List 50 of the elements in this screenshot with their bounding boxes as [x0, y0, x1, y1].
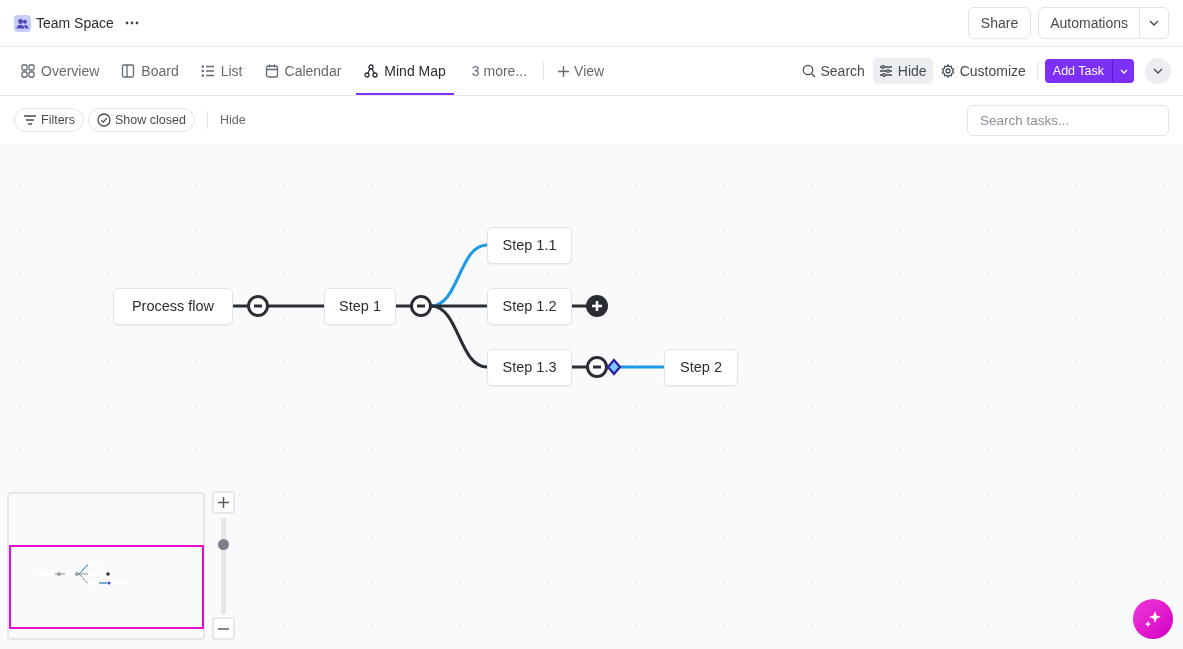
mind-map-node[interactable]: Step 1.1: [487, 227, 572, 264]
plus-icon: [558, 65, 570, 77]
view-tab[interactable]: Mind Map: [356, 47, 454, 95]
plus-icon: [218, 497, 229, 508]
zoom-out-button[interactable]: [212, 617, 235, 640]
sparkle-icon: [1144, 610, 1162, 628]
search-tasks-field[interactable]: Search tasks...: [967, 104, 1169, 136]
ai-assistant-button[interactable]: [1133, 599, 1173, 639]
toolbar-button[interactable]: Hide: [872, 58, 933, 84]
chevron-down-icon: [1119, 68, 1128, 74]
view-tab[interactable]: List: [193, 47, 250, 95]
collapse-toggle-icon[interactable]: [247, 295, 269, 317]
chevron-down-icon: [1153, 68, 1163, 74]
space-title: Team Space: [36, 13, 114, 33]
hide-button[interactable]: Hide: [219, 110, 246, 130]
minus-icon: [218, 627, 229, 630]
zoom-in-button[interactable]: [212, 491, 235, 514]
expand-toggle-icon[interactable]: [586, 295, 608, 317]
more-icon: [124, 21, 139, 25]
mind-map-node[interactable]: Step 1: [324, 288, 396, 325]
list-icon: [200, 64, 215, 78]
mind-map-node[interactable]: Step 1.3: [487, 349, 572, 386]
calendar-icon: [264, 64, 279, 78]
zoom-slider-thumb[interactable]: [218, 539, 229, 551]
toolbar-button[interactable]: Search: [797, 58, 869, 84]
team-icon: [14, 14, 31, 32]
check-circle-icon: [97, 113, 112, 127]
mind-map-node[interactable]: Process flow: [113, 288, 233, 325]
view-tab[interactable]: Board: [114, 47, 186, 95]
sliders-icon: [878, 64, 893, 78]
share-button[interactable]: Share: [967, 7, 1032, 39]
more-views-tab[interactable]: 3 more...: [461, 47, 538, 95]
mind-map-node[interactable]: Step 2: [664, 349, 738, 386]
zoom-slider[interactable]: [221, 518, 226, 614]
mind-map-icon: [364, 64, 379, 78]
collapse-toggle-icon[interactable]: [586, 356, 608, 378]
search-icon: [801, 64, 816, 78]
collapse-header-button[interactable]: [1145, 58, 1171, 84]
view-tab[interactable]: Overview: [14, 47, 107, 95]
toolbar-button[interactable]: Customize: [936, 58, 1030, 84]
mind-map-node[interactable]: Step 1.2: [487, 288, 572, 325]
chevron-down-icon: [1149, 20, 1159, 26]
board-icon: [121, 64, 136, 78]
view-tab[interactable]: Calendar: [257, 47, 349, 95]
grid-icon: [21, 64, 35, 78]
add-view-button[interactable]: View: [550, 55, 613, 87]
filter-icon: [23, 113, 37, 127]
edge-handle-icon[interactable]: [606, 358, 622, 376]
settings-icon: [940, 64, 955, 78]
collapse-toggle-icon[interactable]: [410, 295, 432, 317]
